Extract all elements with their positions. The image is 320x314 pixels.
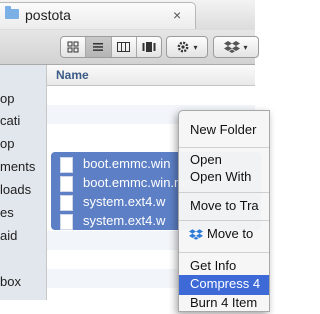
folder-icon	[5, 6, 19, 19]
column-header-label: Name	[56, 68, 89, 82]
sidebar-item[interactable]: ments	[0, 159, 35, 174]
window-title: postota	[25, 7, 71, 23]
menu-item-open-with[interactable]: Open With	[179, 168, 269, 188]
context-menu: New Folder Open Open With Move to Tra Mo…	[178, 110, 270, 312]
menu-item-new-folder[interactable]: New Folder	[179, 121, 269, 141]
dropbox-icon	[189, 229, 203, 240]
dropbox-menu-button[interactable]: ▾	[213, 36, 259, 58]
title-bar: postota ×	[0, 0, 255, 31]
gear-icon	[178, 41, 189, 53]
menu-separator	[179, 147, 269, 148]
chevron-down-icon: ▾	[193, 42, 198, 52]
document-icon	[59, 213, 73, 230]
menu-item-compress[interactable]: Compress 4	[179, 275, 269, 295]
file-name: boot.emmc.win	[83, 156, 171, 171]
column-view-icon	[117, 42, 131, 52]
list-view-icon	[93, 43, 104, 51]
view-mode-switcher	[60, 36, 162, 58]
file-name: system.ext4.w	[83, 213, 166, 228]
sidebar-item[interactable]: es	[0, 205, 14, 220]
document-icon	[59, 194, 73, 211]
sidebar-item[interactable]: op	[0, 136, 14, 151]
action-menu-button[interactable]: ▾	[166, 36, 208, 58]
coverflow-view-button[interactable]	[137, 37, 161, 57]
file-name: system.ext4.w	[83, 194, 166, 209]
icon-view-icon	[67, 41, 79, 53]
menu-separator	[179, 252, 269, 253]
menu-separator	[179, 220, 269, 221]
empty-row	[47, 86, 255, 105]
close-tab-icon[interactable]: ×	[173, 8, 181, 22]
list-view-button[interactable]	[86, 37, 112, 57]
menu-item-get-info[interactable]: Get Info	[179, 257, 269, 277]
icon-view-button[interactable]	[61, 37, 87, 57]
menu-separator	[179, 192, 269, 193]
menu-item-burn[interactable]: Burn 4 Item	[179, 294, 269, 314]
document-icon	[59, 156, 73, 173]
window-tab[interactable]: postota ×	[0, 2, 196, 29]
sidebar-item[interactable]: op	[0, 91, 14, 106]
sidebar: op cati op ments loads es aid box	[0, 65, 47, 300]
dropbox-icon	[224, 41, 241, 53]
sidebar-item[interactable]: loads	[0, 182, 31, 197]
coverflow-view-icon	[142, 42, 156, 52]
sidebar-item[interactable]: aid	[0, 228, 17, 243]
sidebar-item[interactable]: box	[0, 274, 21, 289]
column-view-button[interactable]	[112, 37, 137, 57]
name-column-header[interactable]: Name	[47, 65, 255, 86]
sidebar-item[interactable]: cati	[0, 113, 20, 128]
document-icon	[59, 175, 73, 192]
menu-item-move-to-dropbox[interactable]: Move to	[179, 225, 269, 245]
chevron-down-icon: ▾	[243, 42, 248, 52]
toolbar: ▾ ▾	[0, 30, 259, 65]
menu-item-move-to-trash[interactable]: Move to Tra	[179, 197, 269, 217]
